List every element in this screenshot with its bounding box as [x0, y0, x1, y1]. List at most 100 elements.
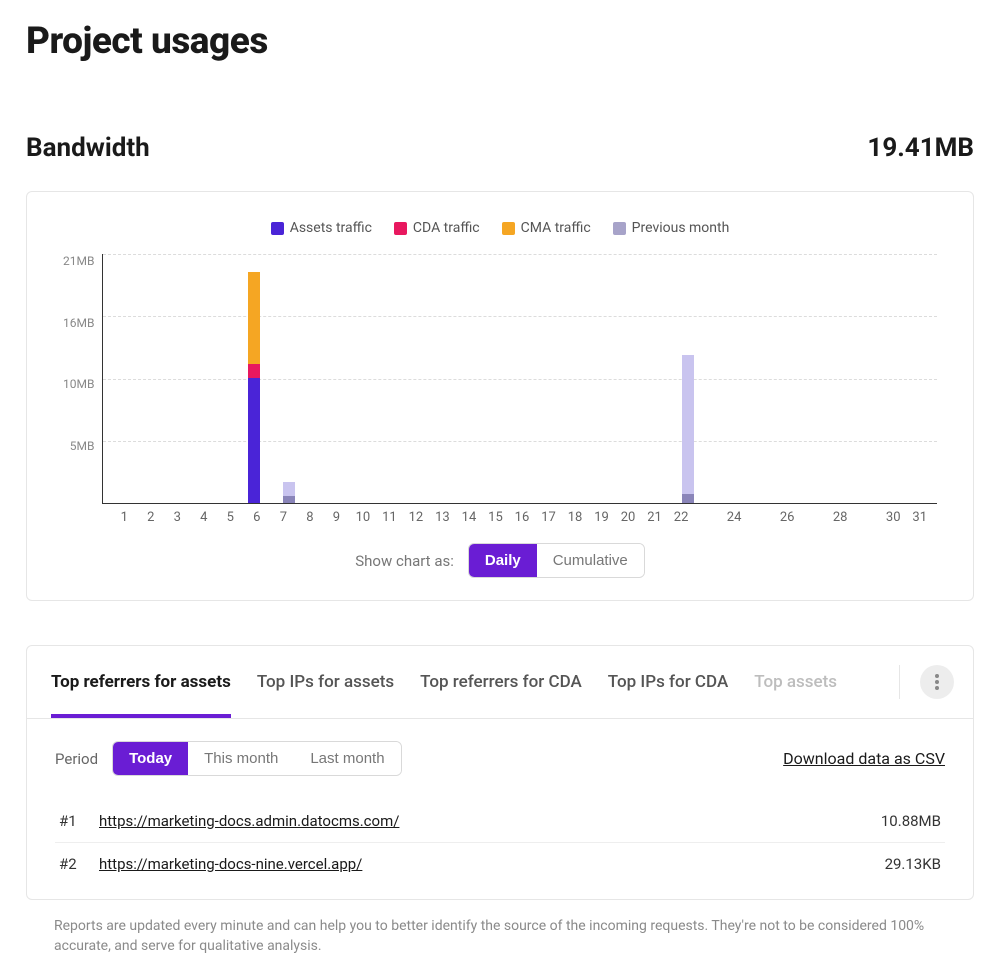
bar-slot [187, 254, 214, 503]
x-tick: 26 [774, 510, 801, 525]
chart-x-axis: 1234567891011121314151617181920212224262… [107, 504, 937, 525]
x-tick: 15 [482, 510, 509, 525]
tab-4[interactable]: Top assets [754, 646, 837, 718]
x-tick: 20 [615, 510, 642, 525]
x-tick: 9 [323, 510, 350, 525]
table-row: #2https://marketing-docs-nine.vercel.app… [55, 843, 945, 886]
x-tick: 19 [588, 510, 615, 525]
bar-slot [533, 254, 560, 503]
bar-stack [248, 272, 260, 503]
x-tick: 13 [429, 510, 456, 525]
table-row: #1https://marketing-docs.admin.datocms.c… [55, 800, 945, 843]
period-last-month[interactable]: Last month [294, 742, 400, 775]
bar-slot [587, 254, 614, 503]
x-tick: 30 [880, 510, 907, 525]
url-cell: https://marketing-docs.admin.datocms.com… [95, 800, 791, 843]
bar-slot [560, 254, 587, 503]
x-tick: 24 [721, 510, 748, 525]
download-csv-link[interactable]: Download data as CSV [783, 749, 945, 768]
chart-mode-segmented: DailyCumulative [468, 543, 645, 578]
tabs-body: Period TodayThis monthLast month Downloa… [27, 719, 973, 899]
value-cell: 29.13KB [791, 843, 945, 886]
tab-3[interactable]: Top IPs for CDA [608, 646, 728, 718]
x-tick: 11 [376, 510, 403, 525]
bar-slot [826, 254, 853, 503]
legend-item[interactable]: CMA traffic [502, 220, 591, 236]
chart-plot [102, 254, 937, 504]
legend-label: Previous month [632, 220, 730, 236]
value-cell: 10.88MB [791, 800, 945, 843]
x-tick [747, 510, 774, 525]
referrer-link[interactable]: https://marketing-docs-nine.vercel.app/ [99, 855, 362, 873]
legend-swatch [613, 222, 626, 235]
x-tick: 14 [456, 510, 483, 525]
bar-slot [720, 254, 747, 503]
chart-legend: Assets traffic CDA traffic CMA traffic Prev… [63, 220, 937, 236]
tab-0[interactable]: Top referrers for assets [51, 646, 231, 718]
bandwidth-title: Bandwidth [26, 133, 150, 163]
bar-slot [906, 254, 933, 503]
bar-slot [374, 254, 401, 503]
bar-slot [507, 254, 534, 503]
x-tick: 1 [111, 510, 138, 525]
period-label: Period [55, 750, 98, 768]
bar-slot [347, 254, 374, 503]
chart-bars [103, 254, 937, 503]
x-tick: 17 [535, 510, 562, 525]
bar-slot [746, 254, 773, 503]
x-tick [694, 510, 721, 525]
legend-swatch [271, 222, 284, 235]
bandwidth-chart-card: Assets traffic CDA traffic CMA traffic Prev… [26, 191, 974, 601]
prev-month-bar [682, 355, 694, 503]
bar-slot [480, 254, 507, 503]
tab-1[interactable]: Top IPs for assets [257, 646, 394, 718]
bar-slot [880, 254, 907, 503]
referrer-link[interactable]: https://marketing-docs.admin.datocms.com… [99, 812, 399, 830]
rank-cell: #1 [55, 800, 95, 843]
footnote-text: Reports are updated every minute and can… [26, 916, 974, 957]
legend-item[interactable]: Assets traffic [271, 220, 372, 236]
x-tick: 4 [191, 510, 218, 525]
bandwidth-total: 19.41MB [867, 133, 974, 163]
x-tick: 8 [297, 510, 324, 525]
more-icon[interactable] [920, 665, 954, 699]
period-row: Period TodayThis monthLast month Downloa… [55, 741, 945, 776]
rank-cell: #2 [55, 843, 95, 886]
y-tick: 5MB [70, 439, 95, 453]
chart-controls-label: Show chart as: [355, 552, 454, 570]
x-tick: 22 [668, 510, 695, 525]
bar-slot [773, 254, 800, 503]
tab-2[interactable]: Top referrers for CDA [420, 646, 582, 718]
legend-swatch [502, 222, 515, 235]
bar-segment [248, 272, 260, 364]
bar-slot [134, 254, 161, 503]
tabs-more [899, 665, 973, 699]
x-tick: 3 [164, 510, 191, 525]
bar-slot [613, 254, 640, 503]
period-this-month[interactable]: This month [188, 742, 294, 775]
bar-slot [241, 254, 268, 503]
prev-month-bar [283, 482, 295, 503]
bar-slot [400, 254, 427, 503]
x-tick: 7 [270, 510, 297, 525]
chart-mode-cumulative[interactable]: Cumulative [537, 544, 644, 577]
legend-item[interactable]: CDA traffic [394, 220, 480, 236]
chart-y-axis: 21MB16MB10MB5MB [63, 254, 102, 504]
x-tick: 28 [827, 510, 854, 525]
x-tick: 16 [509, 510, 536, 525]
x-tick: 12 [403, 510, 430, 525]
bandwidth-header: Bandwidth 19.41MB [26, 133, 974, 163]
chart-controls: Show chart as: DailyCumulative [63, 543, 937, 578]
bar-slot [107, 254, 134, 503]
y-tick: 16MB [63, 316, 94, 330]
chart-mode-daily[interactable]: Daily [469, 544, 537, 577]
period-today[interactable]: Today [113, 742, 188, 775]
legend-item[interactable]: Previous month [613, 220, 730, 236]
bar-slot [800, 254, 827, 503]
x-tick: 21 [641, 510, 668, 525]
bar-slot [640, 254, 667, 503]
y-tick: 21MB [63, 254, 94, 268]
x-tick [853, 510, 880, 525]
legend-swatch [394, 222, 407, 235]
bar-slot [667, 254, 694, 503]
